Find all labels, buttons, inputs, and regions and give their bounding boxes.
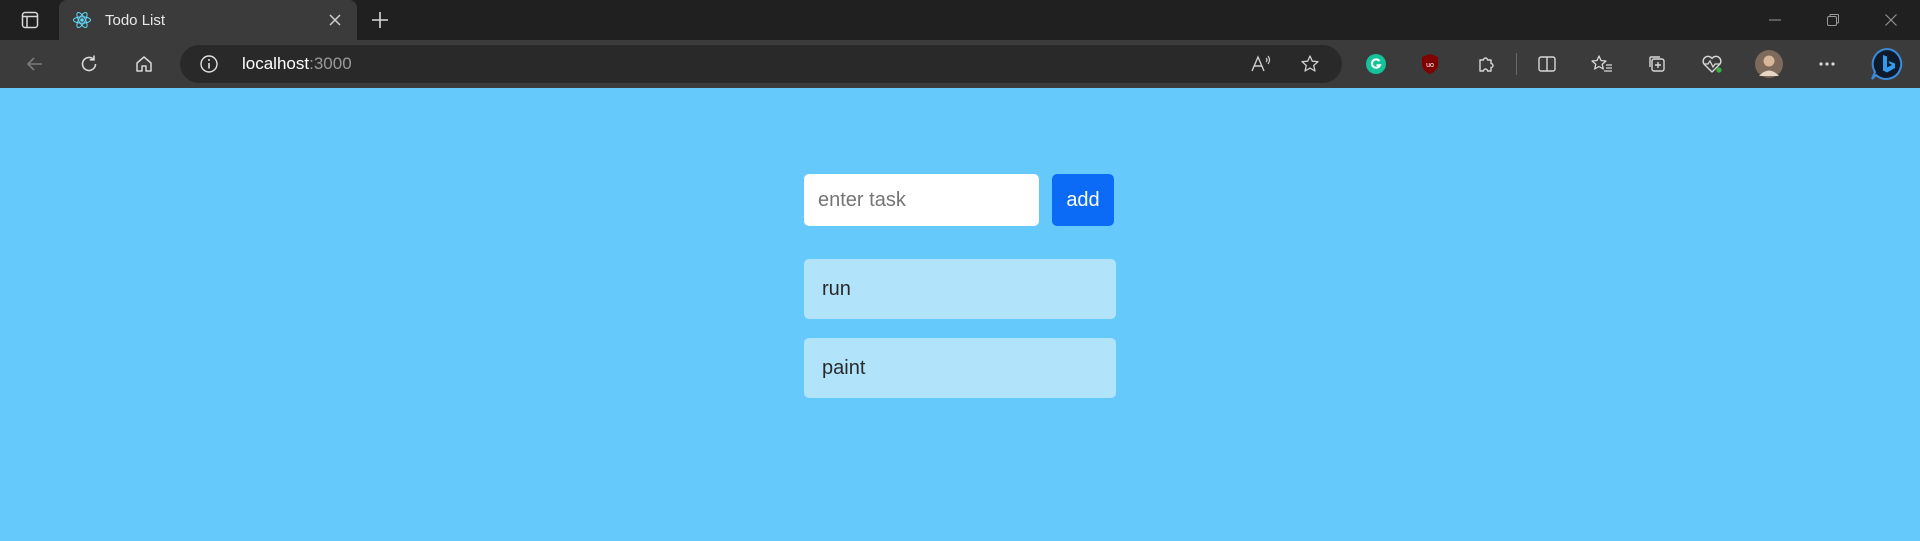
restore-button[interactable] [1813, 4, 1853, 36]
address-bar[interactable]: localhost:3000 [180, 45, 1342, 83]
info-icon [200, 55, 218, 73]
minimize-button[interactable] [1755, 4, 1795, 36]
tab-title: Todo List [105, 11, 166, 29]
puzzle-icon [1479, 57, 1494, 72]
add-task-button[interactable]: add [1052, 174, 1114, 226]
close-icon [1885, 14, 1897, 26]
new-tab-button[interactable] [366, 6, 394, 34]
favorite-button[interactable] [1295, 50, 1325, 78]
toolbar-divider [1516, 53, 1517, 75]
browser-tab-active[interactable]: Todo List [59, 0, 357, 40]
browser-toolbar: localhost:3000 uo [0, 40, 1920, 88]
restore-icon [1827, 14, 1839, 26]
settings-more-button[interactable] [1810, 48, 1844, 80]
minimize-icon [1769, 19, 1781, 21]
grammarly-icon [1366, 54, 1386, 74]
read-aloud-icon [1251, 55, 1271, 72]
copilot-button[interactable] [1867, 44, 1907, 84]
url-port: :3000 [309, 54, 352, 73]
todo-item[interactable]: run [804, 259, 1116, 319]
star-icon [1301, 55, 1319, 72]
read-aloud-button[interactable] [1246, 50, 1276, 78]
todo-list: run paint [804, 259, 1116, 417]
more-horizontal-icon [1819, 62, 1835, 66]
grammarly-extension-button[interactable] [1359, 48, 1393, 80]
url-host: localhost [242, 54, 310, 73]
favorites-button[interactable] [1585, 48, 1619, 80]
url-text[interactable]: localhost:3000 [242, 54, 352, 74]
refresh-button[interactable] [72, 48, 106, 80]
split-screen-button[interactable] [1530, 48, 1564, 80]
collections-button[interactable] [1640, 48, 1674, 80]
heart-pulse-icon [1702, 55, 1722, 73]
home-icon [136, 56, 152, 72]
refresh-icon [81, 55, 97, 72]
browser-essentials-button[interactable] [1695, 48, 1729, 80]
back-button[interactable] [18, 48, 52, 80]
svg-text:uo: uo [1426, 62, 1434, 69]
page-content: add run paint [0, 88, 1920, 541]
home-button[interactable] [127, 48, 161, 80]
bing-chat-icon [1871, 47, 1903, 80]
favorites-icon [1591, 55, 1612, 72]
tab-close-button[interactable] [323, 8, 347, 32]
ublock-icon: uo [1422, 54, 1438, 74]
arrow-left-icon [26, 57, 42, 71]
task-input[interactable] [804, 174, 1039, 226]
react-icon [71, 9, 93, 31]
split-screen-icon [1538, 56, 1556, 72]
tab-actions-icon [21, 11, 39, 29]
browser-title-bar: Todo List [0, 0, 1920, 40]
collections-icon [1649, 56, 1665, 72]
close-window-button[interactable] [1871, 4, 1911, 36]
ublock-extension-button[interactable]: uo [1413, 48, 1447, 80]
avatar [1755, 50, 1783, 78]
site-info-button[interactable] [198, 53, 220, 75]
tab-actions-button[interactable] [10, 6, 50, 34]
extensions-button[interactable] [1469, 48, 1503, 80]
plus-icon [372, 12, 388, 28]
todo-item[interactable]: paint [804, 338, 1116, 398]
close-icon [329, 14, 341, 26]
profile-button[interactable] [1752, 48, 1786, 80]
